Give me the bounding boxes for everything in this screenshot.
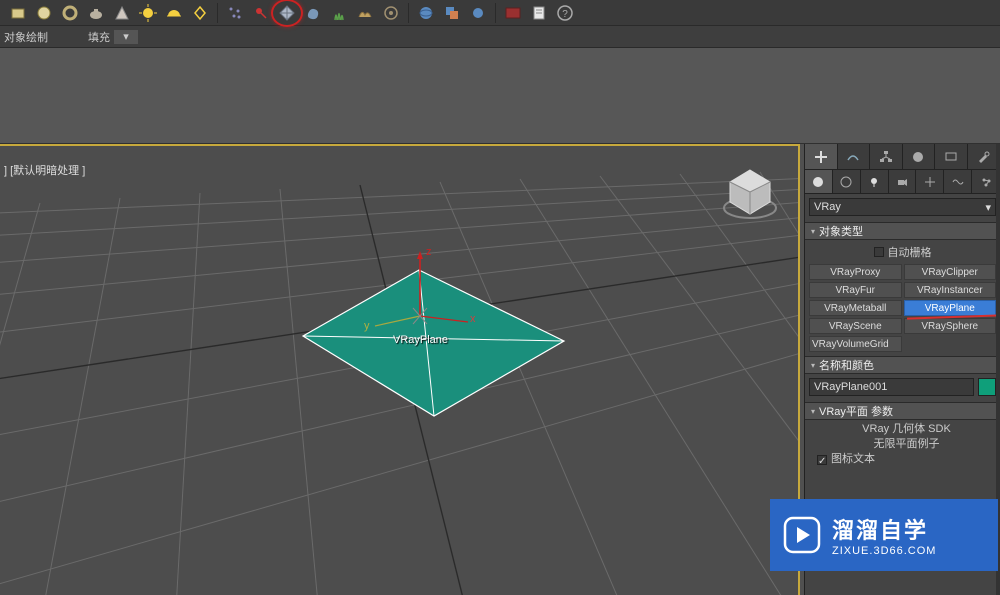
axis-z-label: z xyxy=(426,246,432,258)
vrayplane-button[interactable]: VRayPlane xyxy=(904,300,997,316)
particles-icon[interactable] xyxy=(223,2,247,24)
rollout-vrayplane-params[interactable]: VRay平面 参数 xyxy=(805,402,1000,420)
display-tab[interactable] xyxy=(935,144,968,169)
globe-icon[interactable] xyxy=(414,2,438,24)
modify-tab[interactable] xyxy=(838,144,871,169)
fill-dropdown-icon[interactable]: ▾ xyxy=(114,30,138,44)
svg-text:?: ? xyxy=(562,9,568,20)
watermark-title: 溜溜自学 xyxy=(832,513,936,545)
icontext-label: 图标文本 xyxy=(831,452,875,467)
axis-y-label: y xyxy=(364,320,370,332)
geometry-subtab[interactable] xyxy=(805,170,833,193)
vrayclipper-button[interactable]: VRayClipper xyxy=(904,264,997,280)
viewport[interactable]: ] [默认明暗处理 ] xyxy=(0,144,800,595)
sub-toolbar: 对象绘制 填充 ▾ xyxy=(0,26,1000,48)
rollout-name-color[interactable]: 名称和颜色 xyxy=(805,356,1000,374)
spacewarps-subtab[interactable] xyxy=(944,170,972,193)
main-toolbar: ? xyxy=(0,0,1000,26)
primitive-torus-icon[interactable] xyxy=(58,2,82,24)
vrayproxy-button[interactable]: VRayProxy xyxy=(809,264,902,280)
pin-icon[interactable] xyxy=(249,2,273,24)
panel-sub-tabs xyxy=(805,170,1000,194)
vrayinstancer-button[interactable]: VRayInstancer xyxy=(904,282,997,298)
render-icon[interactable] xyxy=(501,2,525,24)
watermark-banner: 溜溜自学 ZIXUE.3D66.COM xyxy=(770,499,998,571)
help-icon[interactable]: ? xyxy=(553,2,577,24)
vrayscene-button[interactable]: VRayScene xyxy=(809,318,902,334)
autogrid-label: 自动栅格 xyxy=(888,244,932,260)
axis-x-label: x xyxy=(470,313,476,325)
object-label: VRayPlane xyxy=(393,334,448,346)
dome-light-icon[interactable] xyxy=(162,2,186,24)
autogrid-checkbox[interactable] xyxy=(874,247,884,257)
fill-label[interactable]: 填充 ▾ xyxy=(88,29,138,45)
cameras-subtab[interactable] xyxy=(889,170,917,193)
rollout-object-types[interactable]: 对象类型 xyxy=(805,222,1000,240)
ribbon-area xyxy=(0,48,1000,144)
motion-tab[interactable] xyxy=(903,144,936,169)
layers-icon[interactable] xyxy=(440,2,464,24)
vraysphere-button[interactable]: VRaySphere xyxy=(904,318,997,334)
panel-main-tabs xyxy=(805,144,1000,170)
globe-small-icon[interactable] xyxy=(466,2,490,24)
primitive-teapot-icon[interactable] xyxy=(84,2,108,24)
notes-icon[interactable] xyxy=(527,2,551,24)
param-text-2: 无限平面例子 xyxy=(817,437,996,452)
chevron-down-icon: ▾ xyxy=(985,201,991,214)
hierarchy-tab[interactable] xyxy=(870,144,903,169)
geometry-icon[interactable] xyxy=(275,2,299,24)
hf-icon[interactable] xyxy=(353,2,377,24)
primitive-sphere-icon[interactable] xyxy=(32,2,56,24)
vraymetaball-button[interactable]: VRayMetaball xyxy=(809,300,902,316)
watermark-logo-icon xyxy=(782,515,822,555)
viewcube[interactable] xyxy=(720,164,780,224)
light-icon[interactable] xyxy=(136,2,160,24)
lights-subtab[interactable] xyxy=(861,170,889,193)
viewport-grid xyxy=(0,146,800,595)
primitive-box-icon[interactable] xyxy=(6,2,30,24)
object-color-swatch[interactable] xyxy=(978,378,996,396)
vrayfur-button[interactable]: VRayFur xyxy=(809,282,902,298)
object-draw-label[interactable]: 对象绘制 xyxy=(4,29,48,45)
object-name-input[interactable] xyxy=(809,378,974,396)
ies-light-icon[interactable] xyxy=(188,2,212,24)
helpers-subtab[interactable] xyxy=(916,170,944,193)
primitive-cone-icon[interactable] xyxy=(110,2,134,24)
icontext-checkbox[interactable]: ✓ xyxy=(817,455,827,465)
vrayvolumegrid-button[interactable]: VRayVolumeGrid xyxy=(809,336,902,352)
shapes-subtab[interactable] xyxy=(833,170,861,193)
create-tab[interactable] xyxy=(805,144,838,169)
ox-icon[interactable] xyxy=(379,2,403,24)
grass-icon[interactable] xyxy=(327,2,351,24)
param-text-1: VRay 几何体 SDK xyxy=(817,422,996,437)
blob-icon[interactable] xyxy=(301,2,325,24)
category-dropdown[interactable]: VRay▾ xyxy=(809,198,996,216)
watermark-url: ZIXUE.3D66.COM xyxy=(832,545,936,557)
